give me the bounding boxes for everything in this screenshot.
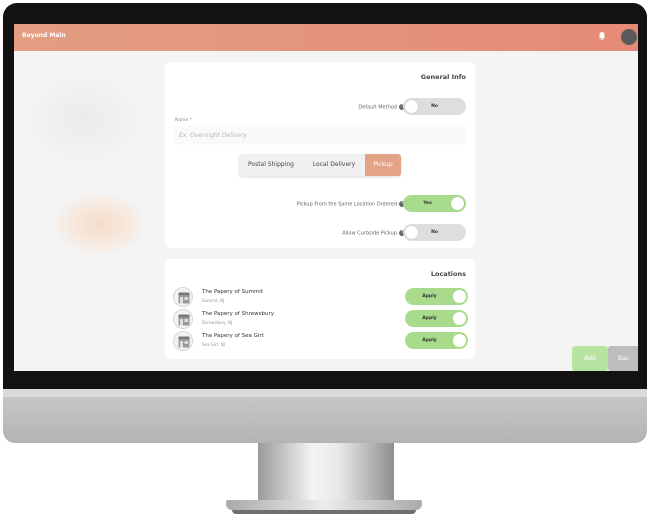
- locations-title: Locations: [430, 270, 466, 278]
- user-avatar[interactable]: [621, 29, 637, 45]
- apply-toggle-label: Apply: [422, 316, 437, 321]
- curbside-pickup-text: Allow Curbside Pickup: [342, 230, 397, 237]
- toggle-knob: [405, 226, 418, 239]
- toggle-knob: [453, 290, 466, 303]
- monitor-stand-shadow: [232, 510, 416, 514]
- storefront-icon: [173, 331, 193, 351]
- background-blur: [24, 74, 144, 164]
- app-screen: Beyond Main General Info Default Method?…: [14, 24, 638, 371]
- location-name: The Papery of Sea Girt: [202, 333, 264, 339]
- locations-card: Locations The Papery of Summit Summit, N…: [165, 259, 475, 359]
- default-method-toggle[interactable]: No: [403, 98, 466, 115]
- toggle-knob: [453, 334, 466, 347]
- location-name: The Papery of Shrewsbury: [202, 311, 274, 317]
- apply-toggle[interactable]: Apply: [405, 332, 468, 349]
- location-city: Summit, NJ: [202, 298, 225, 303]
- location-row: The Papery of Sea Girt Sea Girt, NJ Appl…: [173, 331, 473, 351]
- back-button[interactable]: Bac: [608, 346, 638, 371]
- monitor-chin-highlight: [3, 389, 647, 397]
- name-label: Name *: [175, 118, 192, 123]
- location-city: Sea Girt, NJ: [202, 342, 225, 347]
- name-placeholder: Ex. Overnight Delivery: [179, 132, 247, 139]
- top-bar: Beyond Main: [14, 24, 638, 51]
- brand-name: Beyond Main: [22, 32, 66, 39]
- method-segmented-control: Postal Shipping Local Delivery Pickup: [239, 154, 401, 176]
- default-method-text: Default Method: [358, 104, 397, 111]
- tab-pickup[interactable]: Pickup: [365, 154, 401, 176]
- monitor-chin: [3, 389, 647, 443]
- pickup-same-location-toggle-label: Yes: [423, 201, 432, 206]
- location-row: The Papery of Shrewsbury Shrewsbury, NJ …: [173, 309, 473, 329]
- location-name: The Papery of Summit: [202, 289, 263, 295]
- apply-toggle-label: Apply: [422, 338, 437, 343]
- storefront-icon: [173, 287, 193, 307]
- general-info-card: General Info Default Method? No Name * E…: [165, 62, 475, 248]
- apply-toggle[interactable]: Apply: [405, 288, 468, 305]
- tab-postal-shipping[interactable]: Postal Shipping: [239, 154, 303, 176]
- toggle-knob: [451, 197, 464, 210]
- location-city: Shrewsbury, NJ: [202, 320, 233, 325]
- monitor-stand-foot: [226, 500, 422, 510]
- curbside-pickup-label: Allow Curbside Pickup?: [342, 230, 405, 237]
- monitor-stand-neck: [258, 443, 394, 503]
- curbside-pickup-toggle[interactable]: No: [403, 224, 466, 241]
- bell-icon[interactable]: [598, 31, 606, 41]
- apply-toggle[interactable]: Apply: [405, 310, 468, 327]
- pickup-same-location-text: Pickup From the Same Location Ordered: [296, 201, 397, 208]
- background-blur: [54, 194, 144, 254]
- pickup-same-location-label: Pickup From the Same Location Ordered?: [297, 201, 405, 208]
- toggle-knob: [453, 312, 466, 325]
- name-input[interactable]: Ex. Overnight Delivery: [174, 125, 466, 145]
- tab-local-delivery[interactable]: Local Delivery: [303, 154, 365, 176]
- add-button[interactable]: Add: [572, 346, 608, 371]
- toggle-knob: [405, 100, 418, 113]
- apply-toggle-label: Apply: [422, 294, 437, 299]
- general-info-title: General Info: [420, 73, 466, 81]
- location-row: The Papery of Summit Summit, NJ Apply: [173, 287, 473, 307]
- default-method-label: Default Method?: [358, 104, 405, 111]
- pickup-same-location-toggle[interactable]: Yes: [403, 195, 466, 212]
- storefront-icon: [173, 309, 193, 329]
